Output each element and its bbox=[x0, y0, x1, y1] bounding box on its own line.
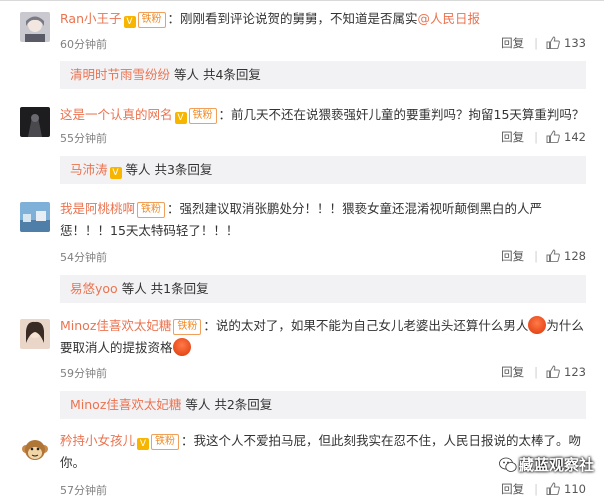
user-name[interactable]: 矜持小女孩儿 bbox=[60, 433, 135, 448]
avatar[interactable] bbox=[20, 107, 50, 137]
user-name[interactable]: Minoz佳喜欢太妃糖 bbox=[60, 318, 171, 333]
reply-button[interactable]: 回复 bbox=[501, 482, 524, 496]
like-button[interactable]: 133 bbox=[546, 36, 586, 50]
like-button[interactable]: 142 bbox=[546, 130, 586, 144]
reply-button[interactable]: 回复 bbox=[501, 249, 524, 263]
reply-summary[interactable]: 清明时节雨雪纷纷 等人 共4条回复 bbox=[60, 61, 586, 89]
watermark: 藏蓝观察社 bbox=[499, 454, 594, 475]
timestamp: 57分钟前 bbox=[60, 484, 107, 497]
like-button[interactable]: 128 bbox=[546, 249, 586, 263]
like-count: 123 bbox=[564, 365, 586, 379]
timestamp: 55分钟前 bbox=[60, 132, 107, 145]
divider: | bbox=[534, 130, 539, 144]
wechat-icon bbox=[499, 457, 517, 472]
thumbs-up-icon bbox=[546, 482, 560, 495]
timestamp: 60分钟前 bbox=[60, 38, 107, 51]
user-name[interactable]: 这是一个认真的网名 bbox=[60, 107, 173, 122]
reply-summary[interactable]: Minoz佳喜欢太妃糖 等人 共2条回复 bbox=[60, 391, 586, 419]
avatar[interactable] bbox=[20, 319, 50, 349]
user-name[interactable]: 我是阿桃桃啊 bbox=[60, 201, 135, 216]
comment-list: Ran小王子 V 铁粉 ：刚刚看到评论说贺的舅舅，不知道是否属实@人民日报 60分钟前… bbox=[0, 0, 604, 499]
angry-emoji-icon bbox=[172, 338, 191, 356]
watermark-text: 藏蓝观察社 bbox=[518, 456, 594, 474]
thumbs-up-icon bbox=[546, 36, 560, 49]
divider: | bbox=[534, 249, 539, 263]
timestamp: 59分钟前 bbox=[60, 367, 107, 380]
divider: | bbox=[534, 365, 539, 379]
user-name[interactable]: Ran小王子 bbox=[60, 11, 122, 26]
avatar[interactable] bbox=[20, 435, 50, 465]
like-button[interactable]: 123 bbox=[546, 365, 586, 379]
comment-text: ：前几天不还在说猥亵强奸儿童的要重判吗？拘留15天算重判吗？ bbox=[218, 107, 585, 122]
reply-user[interactable]: 马沛涛 bbox=[70, 162, 108, 177]
vip-icon: V bbox=[174, 112, 187, 124]
vip-icon: V bbox=[109, 167, 122, 179]
divider: | bbox=[534, 36, 539, 50]
like-count: 142 bbox=[564, 130, 586, 144]
fan-badge: 铁粉 bbox=[137, 202, 166, 218]
fan-badge: 铁粉 bbox=[188, 108, 217, 124]
vip-icon: V bbox=[123, 16, 136, 28]
angry-emoji-icon bbox=[528, 316, 547, 334]
reply-count: 等人 共3条回复 bbox=[125, 162, 213, 177]
reply-button[interactable]: 回复 bbox=[501, 130, 524, 144]
fan-badge: 铁粉 bbox=[137, 12, 166, 28]
reply-summary[interactable]: 易悠yoo 等人 共1条回复 bbox=[60, 275, 586, 303]
thumbs-up-icon bbox=[546, 365, 560, 378]
comment-text: ：刚刚看到评论说贺的舅舅，不知道是否属实 bbox=[167, 11, 418, 26]
like-count: 128 bbox=[564, 249, 586, 263]
fan-badge: 铁粉 bbox=[151, 434, 180, 450]
reply-count: 等人 共4条回复 bbox=[174, 67, 261, 82]
vip-icon: V bbox=[137, 438, 150, 450]
timestamp: 54分钟前 bbox=[60, 251, 107, 264]
reply-button[interactable]: 回复 bbox=[501, 365, 524, 379]
like-count: 133 bbox=[564, 36, 586, 50]
avatar[interactable] bbox=[20, 202, 50, 232]
like-count: 110 bbox=[564, 482, 586, 496]
comment-text: ：说的太对了，如果不能为自己女儿老婆出头还算什么男人 bbox=[203, 318, 529, 333]
mention-link[interactable]: @人民日报 bbox=[418, 11, 481, 26]
like-button[interactable]: 110 bbox=[546, 482, 586, 496]
thumbs-up-icon bbox=[546, 130, 560, 143]
avatar[interactable] bbox=[20, 12, 50, 42]
reply-user[interactable]: 易悠yoo bbox=[70, 281, 118, 296]
reply-user[interactable]: 清明时节雨雪纷纷 bbox=[70, 67, 170, 82]
reply-count: 等人 共1条回复 bbox=[121, 281, 209, 296]
fan-badge: 铁粉 bbox=[173, 319, 202, 335]
reply-user[interactable]: Minoz佳喜欢太妃糖 bbox=[70, 397, 181, 412]
thumbs-up-icon bbox=[546, 249, 560, 262]
divider: | bbox=[534, 482, 539, 496]
reply-summary[interactable]: 马沛涛 V 等人 共3条回复 bbox=[60, 156, 586, 184]
reply-button[interactable]: 回复 bbox=[501, 36, 524, 50]
reply-count: 等人 共2条回复 bbox=[185, 397, 273, 412]
